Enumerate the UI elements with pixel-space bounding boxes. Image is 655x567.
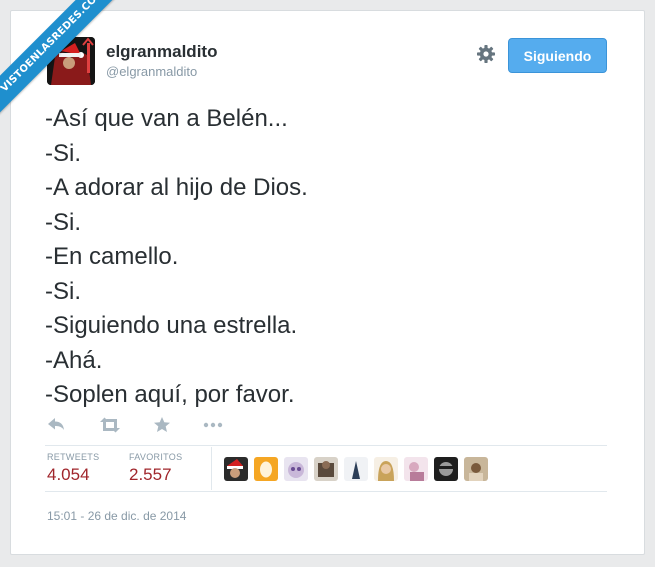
retweets-stat[interactable]: RETWEETS 4.054 <box>47 452 99 485</box>
gear-icon[interactable] <box>474 42 498 66</box>
reply-icon[interactable] <box>46 415 68 435</box>
tweet-timestamp[interactable]: 15:01 - 26 de dic. de 2014 <box>47 509 186 523</box>
stats-top-divider <box>45 445 607 446</box>
tweet-line: -Soplen aquí, por favor. <box>45 381 295 408</box>
tweet-text: -Así que van a Belén... -Si. -A adorar a… <box>45 102 605 413</box>
tweet-line: -A adorar al hijo de Dios. <box>45 174 308 201</box>
favorite-icon[interactable] <box>152 415 174 435</box>
following-button[interactable]: Siguiendo <box>508 38 607 73</box>
tweet-line: -Si. <box>45 208 81 236</box>
stats-bottom-divider <box>45 491 607 492</box>
favoriter-avatar[interactable] <box>344 457 368 481</box>
tweet-line: -Si. <box>45 277 81 305</box>
favorites-stat[interactable]: FAVORITOS 2.557 <box>129 452 182 485</box>
favoriter-avatar[interactable] <box>404 457 428 481</box>
retweet-icon[interactable] <box>98 415 120 435</box>
favoriter-avatar[interactable] <box>254 457 278 481</box>
favoriter-avatar[interactable] <box>464 457 488 481</box>
favoriter-avatar[interactable] <box>224 457 248 481</box>
tweet-line: -Ahá. <box>45 346 103 374</box>
user-handle[interactable]: @elgranmaldito <box>106 64 197 79</box>
tweet-line: -Siguiendo una estrella. <box>45 312 298 339</box>
retweets-label: RETWEETS <box>47 452 100 462</box>
tweet-line: -Si. <box>45 139 81 167</box>
favorites-label: FAVORITOS <box>129 452 183 462</box>
more-icon[interactable] <box>202 415 224 435</box>
favoriter-avatar[interactable] <box>284 457 308 481</box>
favoriter-avatar[interactable] <box>434 457 458 481</box>
favorites-count: 2.557 <box>129 465 172 484</box>
stats-vertical-divider <box>211 447 212 490</box>
tweet-line: -Así que van a Belén... <box>45 105 288 132</box>
favoriter-avatar[interactable] <box>314 457 338 481</box>
favoriter-avatar[interactable] <box>374 457 398 481</box>
tweet-line: -En camello. <box>45 243 179 270</box>
display-name[interactable]: elgranmaldito <box>106 42 217 62</box>
retweets-count: 4.054 <box>47 465 90 484</box>
